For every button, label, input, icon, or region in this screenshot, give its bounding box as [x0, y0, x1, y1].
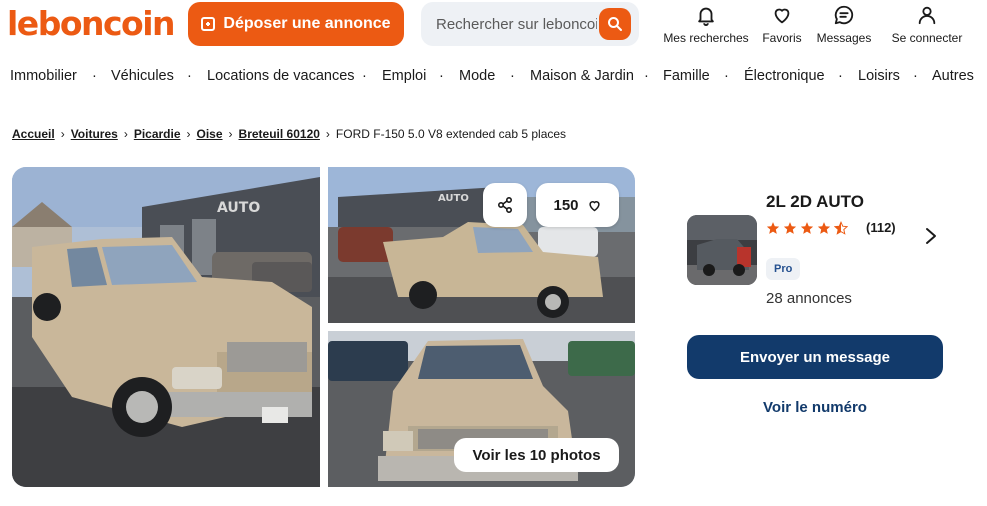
category-separator: ·	[439, 68, 444, 84]
breadcrumb-link[interactable]: Picardie	[134, 127, 181, 141]
plus-square-icon	[201, 17, 216, 31]
pro-badge: Pro	[766, 258, 801, 280]
category-locations-vacances[interactable]: Locations de vacances	[207, 68, 355, 84]
chevron-right-icon	[926, 228, 936, 244]
bell-icon	[698, 7, 714, 26]
star-icon	[800, 222, 814, 234]
star-icon	[766, 222, 780, 234]
category-separator: ·	[644, 68, 649, 84]
main-photo[interactable]: AUTO	[12, 167, 320, 487]
nav-saved-searches[interactable]: Mes recherches	[660, 2, 752, 48]
category-bar: Immobilier · Véhicules · Locations de va…	[0, 68, 987, 88]
seller-listings-count: 28 annonces	[766, 290, 852, 307]
category-separator: ·	[92, 68, 97, 84]
category-separator: ·	[362, 68, 367, 84]
search-input[interactable]	[421, 2, 597, 46]
view-all-photos-button[interactable]: Voir les 10 photos	[454, 438, 619, 472]
category-vehicules[interactable]: Véhicules	[111, 68, 174, 84]
seller-avatar[interactable]	[687, 215, 757, 285]
category-separator: ·	[510, 68, 515, 84]
category-separator: ·	[913, 68, 918, 84]
breadcrumb-link[interactable]: Breteuil 60120	[239, 127, 320, 141]
heart-icon	[774, 8, 790, 24]
chevron-right-icon: ›	[186, 127, 191, 141]
star-icon	[817, 222, 831, 234]
category-electronique[interactable]: Électronique	[744, 68, 825, 84]
message-icon	[834, 5, 854, 25]
breadcrumb: Accueil › Voitures › Picardie › Oise › B…	[12, 127, 566, 141]
show-phone-link[interactable]: Voir le numéro	[687, 399, 943, 416]
category-separator: ·	[724, 68, 729, 84]
rating-count: (112)	[866, 220, 896, 235]
breadcrumb-link[interactable]: Voitures	[71, 127, 118, 141]
nav-favorites[interactable]: Favoris	[757, 2, 807, 48]
chevron-right-icon: ›	[123, 127, 128, 141]
category-famille[interactable]: Famille	[663, 68, 710, 84]
category-separator: ·	[838, 68, 843, 84]
category-emploi[interactable]: Emploi	[382, 68, 426, 84]
svg-text:AUTO: AUTO	[217, 200, 260, 216]
breadcrumb-link[interactable]: Accueil	[12, 127, 55, 141]
nav-login[interactable]: Se connecter	[886, 2, 968, 48]
leboncoin-logo[interactable]: leboncoin	[7, 4, 176, 44]
nav-favorites-label: Favoris	[762, 31, 802, 45]
favorites-count: 150	[553, 196, 579, 214]
send-message-button[interactable]: Envoyer un message	[687, 335, 943, 379]
chevron-right-icon: ›	[325, 127, 330, 141]
share-button[interactable]	[483, 183, 527, 227]
share-icon	[497, 196, 513, 214]
search-icon	[608, 17, 622, 31]
star-icon	[783, 222, 797, 234]
category-mode[interactable]: Mode	[459, 68, 495, 84]
nav-messages[interactable]: Messages	[812, 2, 876, 48]
chevron-right-icon: ›	[60, 127, 65, 141]
breadcrumb-current: FORD F-150 5.0 V8 extended cab 5 places	[335, 127, 567, 141]
star-half-icon	[834, 221, 848, 235]
seller-name[interactable]: 2L 2D AUTO	[766, 192, 864, 212]
favorite-button[interactable]: 150	[536, 183, 619, 227]
user-icon	[918, 6, 936, 25]
heart-icon	[588, 200, 600, 211]
chevron-right-icon: ›	[228, 127, 233, 141]
search-button[interactable]	[599, 8, 631, 40]
header: leboncoin Déposer une annonce Mes recher…	[0, 0, 987, 52]
post-ad-label: Déposer une annonce	[223, 15, 391, 32]
category-autres[interactable]: Autres	[932, 68, 974, 84]
category-maison-jardin[interactable]: Maison & Jardin	[530, 68, 634, 84]
breadcrumb-link[interactable]: Oise	[197, 127, 223, 141]
nav-login-label: Se connecter	[891, 31, 963, 45]
nav-saved-searches-label: Mes recherches	[663, 31, 749, 45]
category-immobilier[interactable]: Immobilier	[10, 68, 77, 84]
category-separator: ·	[187, 68, 192, 84]
post-ad-button[interactable]: Déposer une annonce	[188, 2, 404, 46]
nav-messages-label: Messages	[816, 31, 872, 45]
seller-profile-link[interactable]	[923, 226, 939, 251]
seller-rating	[766, 221, 848, 235]
search-bar	[421, 2, 639, 46]
category-loisirs[interactable]: Loisirs	[858, 68, 900, 84]
svg-text:AUTO: AUTO	[438, 193, 469, 204]
